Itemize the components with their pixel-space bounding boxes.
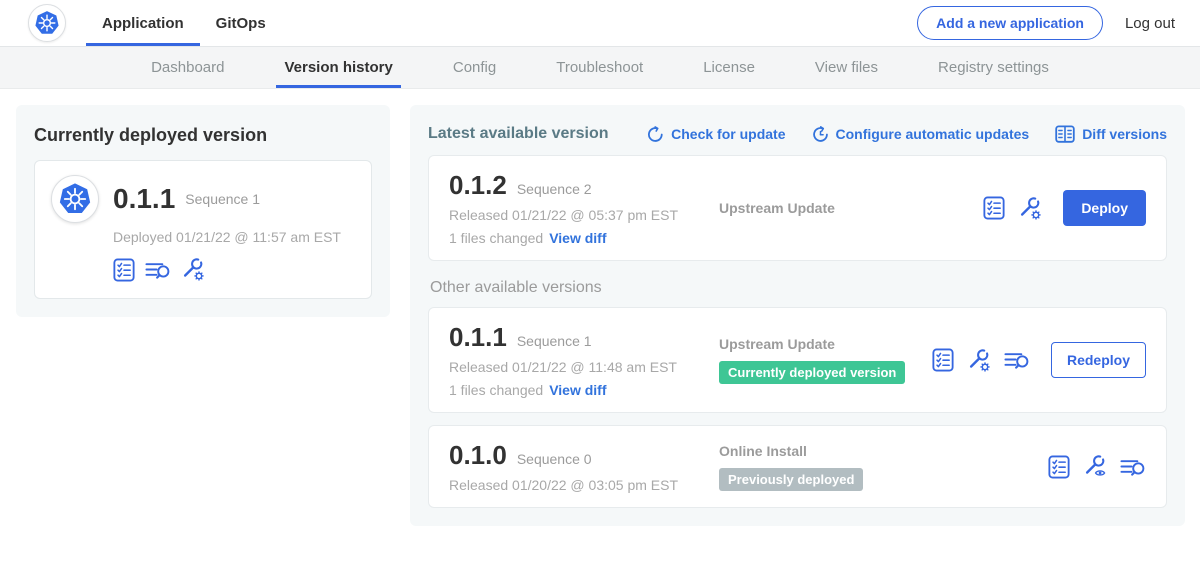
released-timestamp: Released 01/21/22 @ 05:37 pm EST <box>449 207 707 223</box>
deployed-timestamp: Deployed 01/21/22 @ 11:57 am EST <box>113 229 355 245</box>
currently-deployed-card: Currently deployed version 0.1.1 Sequenc… <box>16 105 390 317</box>
main-content: Currently deployed version 0.1.1 Sequenc… <box>0 89 1200 526</box>
app-subnav: Dashboard Version history Config Trouble… <box>0 47 1200 89</box>
clock-refresh-icon <box>812 126 829 143</box>
subnav-registry-settings[interactable]: Registry settings <box>930 47 1057 88</box>
sequence-label: Sequence 0 <box>517 451 592 467</box>
checklist-icon[interactable] <box>983 196 1005 220</box>
files-changed-label: 1 files changed <box>449 382 543 398</box>
tab-gitops[interactable]: GitOps <box>200 0 282 46</box>
view-diff-link[interactable]: View diff <box>549 230 606 246</box>
deploy-button[interactable]: Deploy <box>1063 190 1146 226</box>
wrench-gear-icon[interactable] <box>181 257 205 282</box>
version-number: 0.1.2 <box>449 170 507 201</box>
deployed-version-card: 0.1.1 Sequence 1 Deployed 01/21/22 @ 11:… <box>34 160 372 299</box>
released-timestamp: Released 01/21/22 @ 11:48 am EST <box>449 359 707 375</box>
version-history-panel: Latest available version Check for updat… <box>410 105 1185 526</box>
sequence-label: Sequence 2 <box>517 181 592 197</box>
wrench-gear-icon[interactable] <box>1018 196 1042 221</box>
latest-version-title: Latest available version <box>428 125 609 143</box>
lines-magnifier-icon[interactable] <box>145 259 171 281</box>
add-application-button[interactable]: Add a new application <box>917 6 1103 40</box>
currently-deployed-badge: Currently deployed version <box>719 361 905 384</box>
subnav-version-history[interactable]: Version history <box>276 47 400 88</box>
tab-application[interactable]: Application <box>86 0 200 46</box>
checklist-icon[interactable] <box>1048 455 1070 479</box>
subnav-view-files[interactable]: View files <box>807 47 886 88</box>
files-changed-label: 1 files changed <box>449 230 543 246</box>
view-diff-link[interactable]: View diff <box>549 382 606 398</box>
app-logo <box>51 175 99 223</box>
redeploy-button[interactable]: Redeploy <box>1051 342 1146 378</box>
wrench-gear-icon[interactable] <box>967 348 991 373</box>
subnav-config[interactable]: Config <box>445 47 504 88</box>
version-row-0-1-1: 0.1.1 Sequence 1 Released 01/21/22 @ 11:… <box>428 307 1167 413</box>
logout-button[interactable]: Log out <box>1125 15 1175 32</box>
lines-magnifier-icon[interactable] <box>1120 456 1146 478</box>
other-versions-title: Other available versions <box>430 279 1167 297</box>
subnav-license[interactable]: License <box>695 47 763 88</box>
diff-columns-icon <box>1055 125 1075 143</box>
configure-automatic-updates-link[interactable]: Configure automatic updates <box>812 126 1030 143</box>
version-number: 0.1.0 <box>449 440 507 471</box>
version-row-0-1-2: 0.1.2 Sequence 2 Released 01/21/22 @ 05:… <box>428 155 1167 261</box>
deployed-card-title: Currently deployed version <box>34 125 372 146</box>
wrench-eye-icon[interactable] <box>1083 454 1107 479</box>
top-header: Application GitOps Add a new application… <box>0 0 1200 47</box>
version-row-0-1-0: 0.1.0 Sequence 0 Released 01/20/22 @ 03:… <box>428 425 1167 508</box>
sequence-label: Sequence 1 <box>517 333 592 349</box>
checklist-icon[interactable] <box>932 348 954 372</box>
released-timestamp: Released 01/20/22 @ 03:05 pm EST <box>449 477 707 493</box>
refresh-icon <box>647 126 664 143</box>
header-tabs: Application GitOps <box>86 0 917 46</box>
previously-deployed-badge: Previously deployed <box>719 468 863 491</box>
version-number: 0.1.1 <box>449 322 507 353</box>
lines-magnifier-icon[interactable] <box>1004 349 1030 371</box>
kubernetes-logo <box>28 4 66 42</box>
deployed-sequence-label: Sequence 1 <box>185 191 260 207</box>
check-for-update-link[interactable]: Check for update <box>647 126 785 143</box>
version-source-label: Upstream Update <box>719 336 932 352</box>
diff-versions-link[interactable]: Diff versions <box>1055 125 1167 143</box>
checklist-icon[interactable] <box>113 258 135 282</box>
subnav-troubleshoot[interactable]: Troubleshoot <box>548 47 651 88</box>
deployed-version-number: 0.1.1 <box>113 183 175 215</box>
version-source-label: Online Install <box>719 443 1048 459</box>
subnav-dashboard[interactable]: Dashboard <box>143 47 232 88</box>
version-source-label: Upstream Update <box>719 200 983 216</box>
